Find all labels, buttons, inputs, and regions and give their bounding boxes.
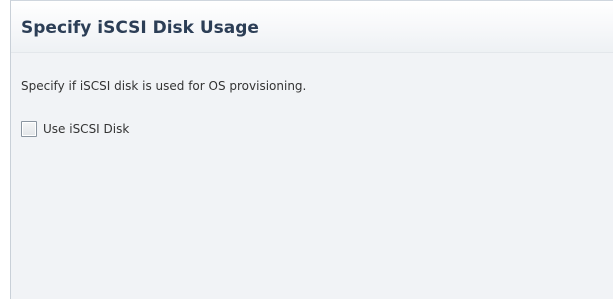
iscsi-disk-usage-panel: Specify iSCSI Disk Usage Specify if iSCS…: [10, 0, 613, 299]
use-iscsi-disk-label[interactable]: Use iSCSI Disk: [43, 122, 129, 136]
panel-title: Specify iSCSI Disk Usage: [21, 18, 259, 38]
use-iscsi-disk-option[interactable]: Use iSCSI Disk: [21, 121, 129, 137]
panel-body: Specify if iSCSI disk is used for OS pro…: [11, 53, 613, 300]
use-iscsi-disk-checkbox[interactable]: [21, 121, 37, 137]
panel-description: Specify if iSCSI disk is used for OS pro…: [21, 79, 307, 93]
panel-header: Specify iSCSI Disk Usage: [11, 1, 613, 53]
